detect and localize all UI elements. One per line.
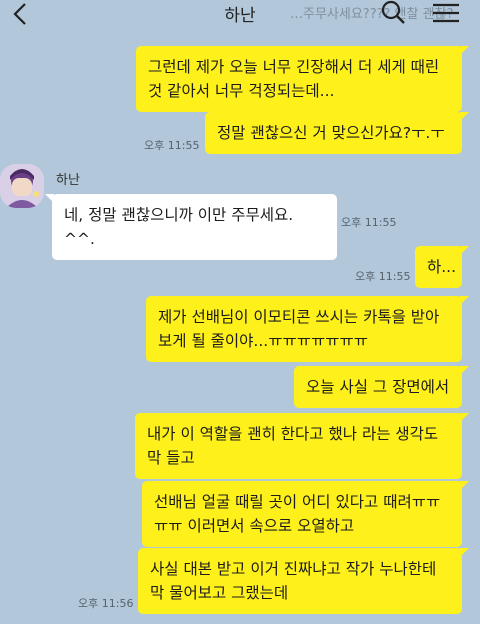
avatar[interactable] xyxy=(0,164,44,208)
sender-name: 하난 xyxy=(56,173,80,188)
sent-message[interactable]: 정말 괜찮으신 거 맞으신가요?ㅜ.ㅜ xyxy=(205,112,469,154)
sent-message[interactable]: 선배님 얼굴 때릴 곳이 어디 있다고 때려ㅠㅠ ㅠㅠ 이러면서 속으로 오열하… xyxy=(142,481,469,547)
sent-message[interactable]: 그런데 제가 오늘 너무 긴장해서 더 세게 때린 것 같아서 너무 걱정되는데… xyxy=(136,46,469,112)
sent-message[interactable]: 사실 대본 받고 이거 진짜냐고 작가 누나한테 막 물어보고 그랬는데 xyxy=(138,548,469,614)
sent-message[interactable]: 오늘 사실 그 장면에서 xyxy=(294,366,469,408)
sent-message[interactable]: 제가 선배님이 이모티콘 쓰시는 카톡을 받아 보게 될 줄이야...ㅠㅠㅠㅠㅠ… xyxy=(146,296,469,362)
chat-title: 하난 xyxy=(224,6,256,26)
avatar-image xyxy=(0,164,44,208)
sent-message[interactable]: 하... xyxy=(415,246,469,288)
chat-header: …주무사세요???? 앤찰 괜찮? 하난 xyxy=(0,0,480,34)
received-message[interactable]: 네, 정말 괜찮으니까 이만 주무세요. ^^. xyxy=(45,194,337,260)
message-time: 오후 11:55 xyxy=(144,139,200,152)
message-time: 오후 11:55 xyxy=(341,216,397,229)
search-icon[interactable] xyxy=(380,0,406,26)
message-time: 오후 11:55 xyxy=(355,270,411,283)
menu-icon[interactable] xyxy=(432,3,460,23)
message-time: 오후 11:56 xyxy=(78,597,134,610)
sent-message[interactable]: 내가 이 역할을 괜히 한다고 했나 라는 생각도 막 들고 xyxy=(135,413,469,479)
